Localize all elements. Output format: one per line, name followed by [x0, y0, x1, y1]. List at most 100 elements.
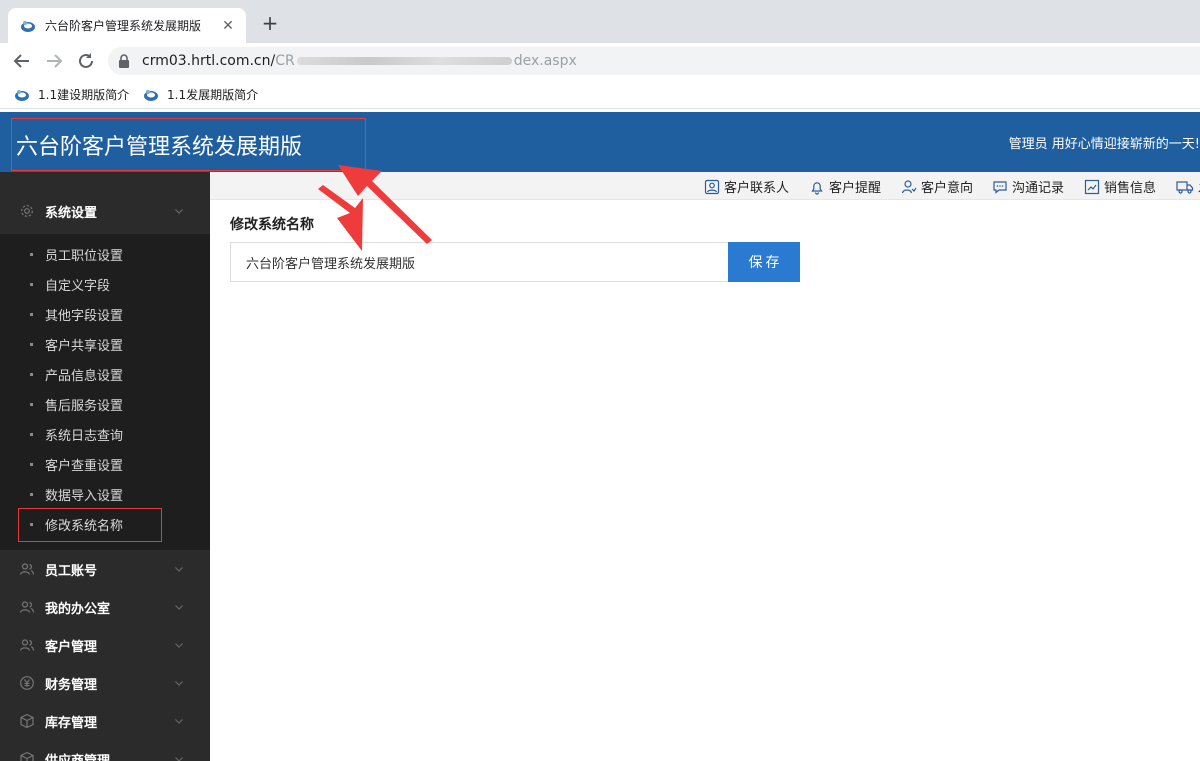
- quick-nav-shipping[interactable]: 发: [1176, 177, 1200, 196]
- back-icon[interactable]: [11, 50, 33, 72]
- bullet-icon: [30, 282, 33, 286]
- chevron-down-icon: [175, 681, 183, 686]
- quick-nav-contacts[interactable]: 客户联系人: [704, 177, 789, 196]
- tab-title: 六台阶客户管理系统发展期版: [45, 19, 202, 33]
- sidebar-group-inventory[interactable]: 库存管理: [0, 702, 210, 740]
- sidebar-item-label: 客户查重设置: [45, 458, 124, 474]
- sidebar-group-suppliers[interactable]: 供应商管理: [0, 740, 210, 761]
- sidebar-item-custom-fields[interactable]: 自定义字段: [0, 269, 210, 299]
- address-bar[interactable]: crm03.hrtl.com.cn/CR dex.aspx: [108, 47, 1200, 75]
- sidebar-item-data-import[interactable]: 数据导入设置: [0, 479, 210, 509]
- browser-toolbar: crm03.hrtl.com.cn/CR dex.aspx: [0, 43, 1200, 79]
- sidebar-group-label: 员工账号: [45, 563, 98, 579]
- box-icon: [20, 751, 34, 761]
- sidebar-item-label: 系统日志查询: [45, 428, 124, 444]
- bullet-icon: [30, 312, 33, 316]
- quick-nav-communication[interactable]: 沟通记录: [992, 177, 1064, 196]
- sidebar-group-my-office[interactable]: 我的办公室: [0, 588, 210, 626]
- quick-nav-label: 客户提醒: [829, 181, 882, 196]
- quick-nav-sales[interactable]: 销售信息: [1084, 177, 1156, 196]
- sidebar-item-position-settings[interactable]: 员工职位设置: [0, 239, 210, 269]
- bookmark-label: 1.1建设期版简介: [38, 88, 130, 102]
- chevron-down-icon: [175, 567, 183, 572]
- url-faded: CR: [275, 53, 295, 69]
- bookmark-item[interactable]: 1.1建设期版简介: [14, 86, 129, 103]
- yen-icon: [20, 676, 34, 690]
- sidebar-item-customer-sharing[interactable]: 客户共享设置: [0, 329, 210, 359]
- quick-nav-label: 销售信息: [1104, 181, 1157, 196]
- bookmarks-bar: 1.1建设期版简介 1.1发展期版简介: [0, 79, 1200, 109]
- chevron-down-icon: [175, 209, 183, 214]
- lock-icon: [119, 54, 129, 68]
- sidebar-item-after-sales[interactable]: 售后服务设置: [0, 389, 210, 419]
- chevron-down-icon: [175, 719, 183, 724]
- bullet-icon: [30, 342, 33, 346]
- welcome-text: 管理员 用好心情迎接崭新的一天!: [1008, 137, 1200, 152]
- url-redacted: [296, 57, 512, 65]
- bullet-icon: [30, 462, 33, 466]
- bell-icon: [811, 181, 823, 195]
- user-intent-icon: [901, 179, 917, 193]
- sidebar-group-label: 系统设置: [45, 205, 98, 221]
- chart-icon: [1084, 179, 1100, 194]
- sidebar-item-label: 员工职位设置: [45, 248, 124, 264]
- sidebar-item-label: 数据导入设置: [45, 488, 124, 504]
- site-favicon-icon: [21, 20, 35, 32]
- quick-nav-label: 客户联系人: [724, 181, 790, 196]
- sidebar-group-finance[interactable]: 财务管理: [0, 664, 210, 702]
- sidebar-item-label: 产品信息设置: [45, 368, 124, 384]
- menu-annotation-box: [18, 508, 162, 542]
- users-icon: [19, 601, 35, 613]
- chevron-down-icon: [175, 605, 183, 610]
- quick-nav-intent[interactable]: 客户意向: [901, 177, 973, 196]
- new-tab-button[interactable]: +: [260, 13, 280, 33]
- users-icon: [19, 639, 35, 651]
- bullet-icon: [30, 252, 33, 256]
- sidebar-group-customer-management[interactable]: 客户管理: [0, 626, 210, 664]
- close-tab-icon[interactable]: ✕: [220, 18, 236, 34]
- sidebar-item-label: 其他字段设置: [45, 308, 124, 324]
- sidebar-item-other-fields[interactable]: 其他字段设置: [0, 299, 210, 329]
- bookmark-item[interactable]: 1.1发展期版简介: [143, 86, 258, 103]
- forward-icon[interactable]: [43, 50, 65, 72]
- sidebar-group-label: 财务管理: [45, 677, 98, 693]
- reload-icon[interactable]: [75, 50, 97, 72]
- sidebar: 系统设置 员工职位设置 自定义字段 其他字段设置 客户共享设置 产品信息设置 售…: [0, 172, 210, 761]
- sidebar-item-label: 自定义字段: [45, 278, 111, 294]
- site-favicon-icon: [15, 89, 29, 101]
- url-suffix: dex.aspx: [513, 53, 577, 69]
- sidebar-item-label: 售后服务设置: [45, 398, 124, 414]
- sidebar-group-label: 库存管理: [45, 715, 98, 731]
- contact-icon: [704, 179, 720, 194]
- title-annotation-box: [11, 118, 366, 171]
- system-name-input[interactable]: [230, 242, 728, 282]
- bullet-icon: [30, 492, 33, 496]
- bullet-icon: [30, 402, 33, 406]
- sidebar-group-label: 供应商管理: [45, 753, 111, 761]
- quick-nav-label: 客户意向: [921, 181, 974, 196]
- chat-icon: [993, 180, 1007, 194]
- truck-icon: [1176, 180, 1194, 194]
- sidebar-group-label: 我的办公室: [45, 601, 111, 617]
- sidebar-item-system-log[interactable]: 系统日志查询: [0, 419, 210, 449]
- browser-tab[interactable]: 六台阶客户管理系统发展期版 ✕: [8, 8, 246, 43]
- bullet-icon: [30, 432, 33, 436]
- quick-nav-bar: 客户联系人 客户提醒 客户意向 沟通记录 销售信息 发: [210, 172, 1200, 200]
- chevron-down-icon: [175, 757, 183, 761]
- sidebar-group-system-settings[interactable]: 系统设置: [0, 192, 210, 230]
- sidebar-item-product-info[interactable]: 产品信息设置: [0, 359, 210, 389]
- bullet-icon: [30, 372, 33, 376]
- browser-tabstrip: 六台阶客户管理系统发展期版 ✕ +: [0, 0, 1200, 43]
- box-icon: [20, 713, 34, 729]
- chevron-down-icon: [175, 643, 183, 648]
- site-favicon-icon: [144, 89, 158, 101]
- sidebar-group-label: 客户管理: [45, 639, 98, 655]
- gear-icon: [21, 205, 33, 217]
- bookmark-label: 1.1发展期版简介: [167, 88, 259, 102]
- quick-nav-reminders[interactable]: 客户提醒: [809, 177, 881, 196]
- save-button[interactable]: 保存: [728, 242, 800, 282]
- sidebar-item-duplicate-check[interactable]: 客户查重设置: [0, 449, 210, 479]
- form-label: 修改系统名称: [230, 217, 314, 233]
- sidebar-group-employee-accounts[interactable]: 员工账号: [0, 550, 210, 588]
- users-icon: [19, 563, 35, 575]
